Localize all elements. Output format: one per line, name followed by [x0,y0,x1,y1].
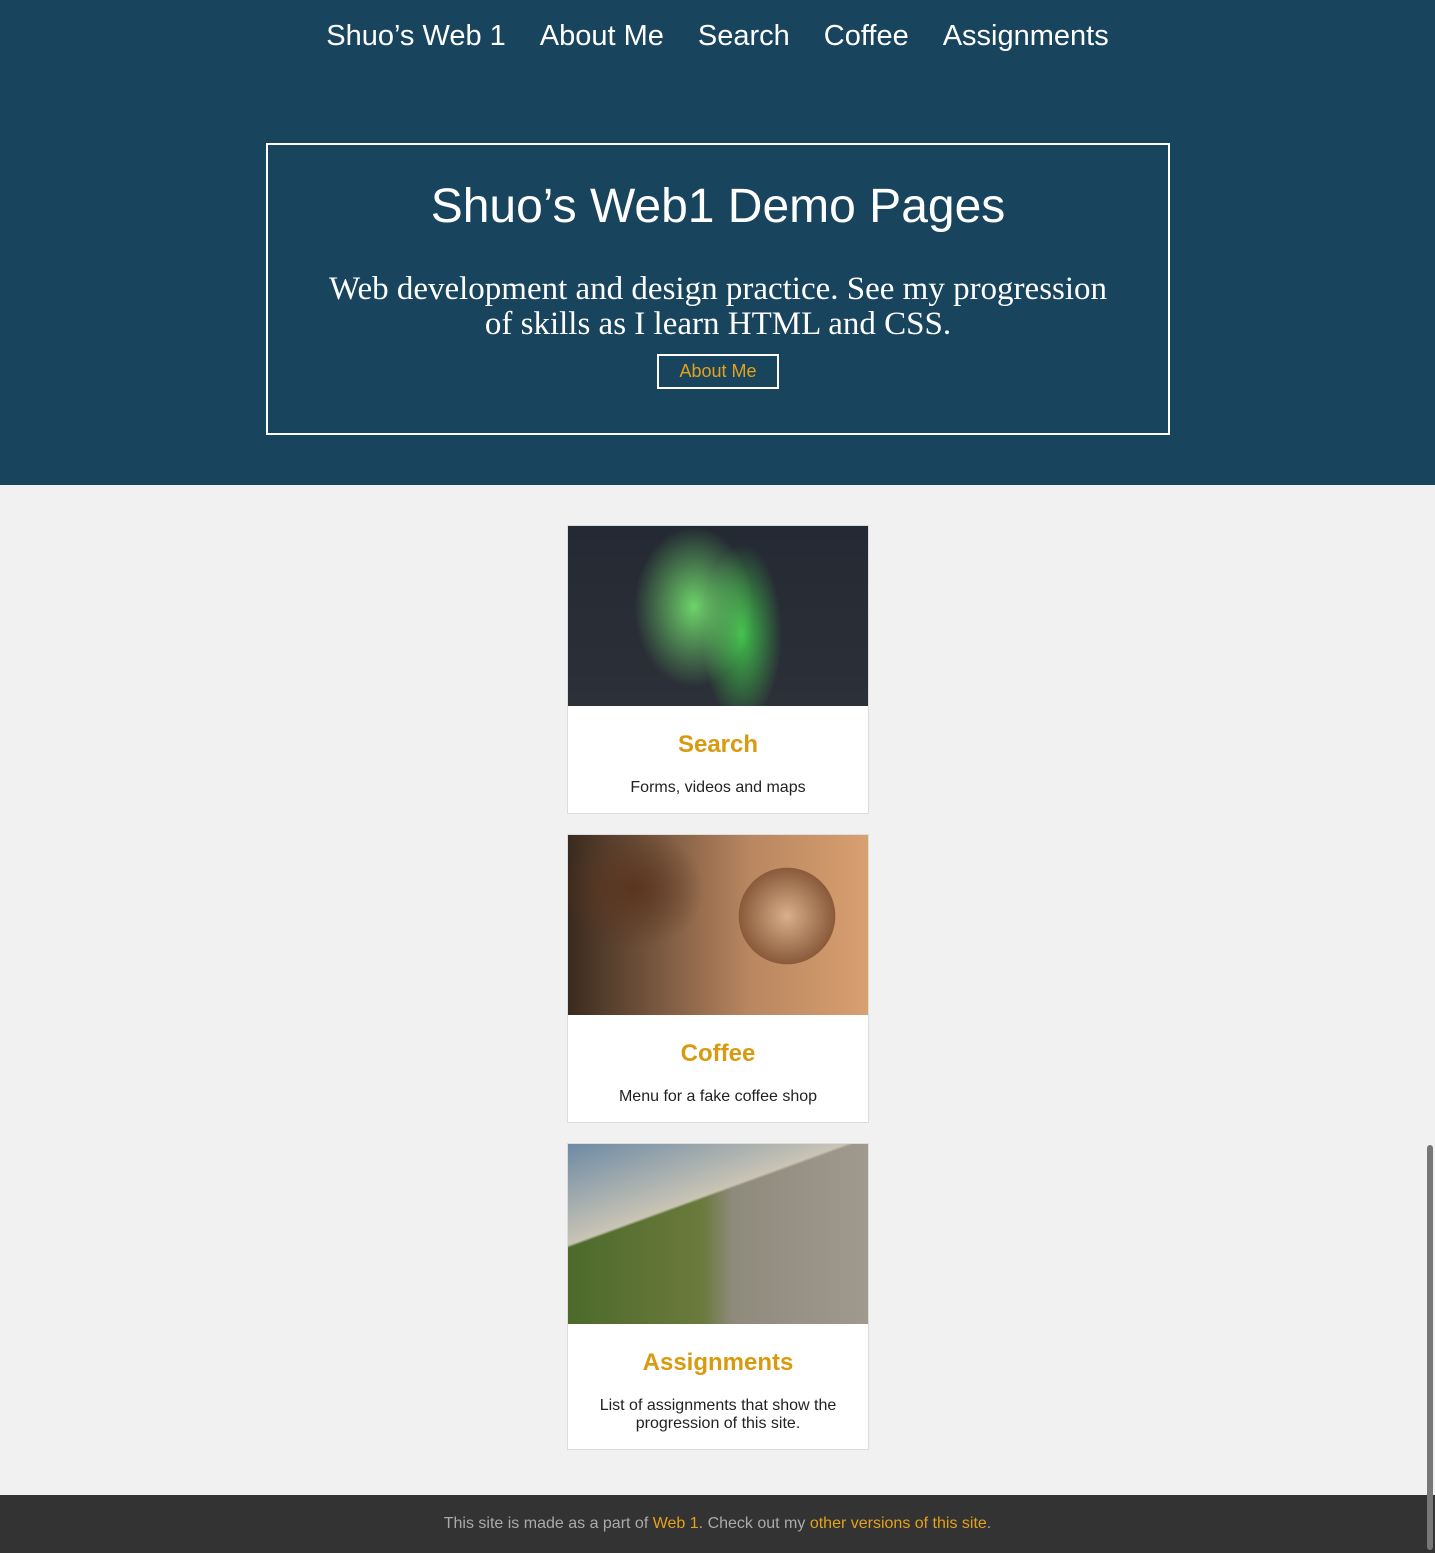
scrollbar[interactable] [1427,1145,1433,1550]
other-versions-link[interactable]: other versions of this site [810,1515,987,1532]
card-search[interactable]: Search Forms, videos and maps [567,525,869,814]
card-assignments[interactable]: Assignments List of assignments that sho… [567,1143,869,1450]
nav-about[interactable]: About Me [540,20,664,53]
hero-title: Shuo’s Web1 Demo Pages [430,180,1006,233]
top-nav: Shuo’s Web 1 About Me Search Coffee Assi… [0,0,1435,53]
header: Shuo’s Web 1 About Me Search Coffee Assi… [0,0,1435,485]
hero: Shuo’s Web1 Demo Pages Web development a… [266,143,1170,435]
card-coffee[interactable]: Coffee Menu for a fake coffee shop [567,834,869,1123]
card-title[interactable]: Coffee [568,1040,868,1068]
nav-coffee[interactable]: Coffee [824,20,909,53]
coffee-image [568,835,868,1015]
card-list: Search Forms, videos and maps Coffee Men… [567,525,869,1470]
nav-search[interactable]: Search [698,20,790,53]
hero-subtitle: Web development and design practice. See… [328,271,1108,342]
footer-text: . Check out my [698,1515,810,1532]
about-me-button[interactable]: About Me [657,354,779,389]
nav-assignments[interactable]: Assignments [943,20,1109,53]
nav-home[interactable]: Shuo’s Web 1 [326,20,506,53]
card-description: Forms, videos and maps [630,779,806,796]
card-description: List of assignments that show the progre… [599,1397,837,1432]
card-title[interactable]: Assignments [568,1349,868,1377]
card-title[interactable]: Search [568,731,868,759]
card-description: Menu for a fake coffee shop [618,1088,818,1105]
aurora-image [568,526,868,706]
footer: This site is made as a part of Web 1. Ch… [0,1495,1435,1553]
footer-text: . [986,1515,992,1532]
footer-text: This site is made as a part of [443,1515,653,1532]
coastline-image [568,1144,868,1324]
web1-link[interactable]: Web 1 [653,1515,699,1532]
